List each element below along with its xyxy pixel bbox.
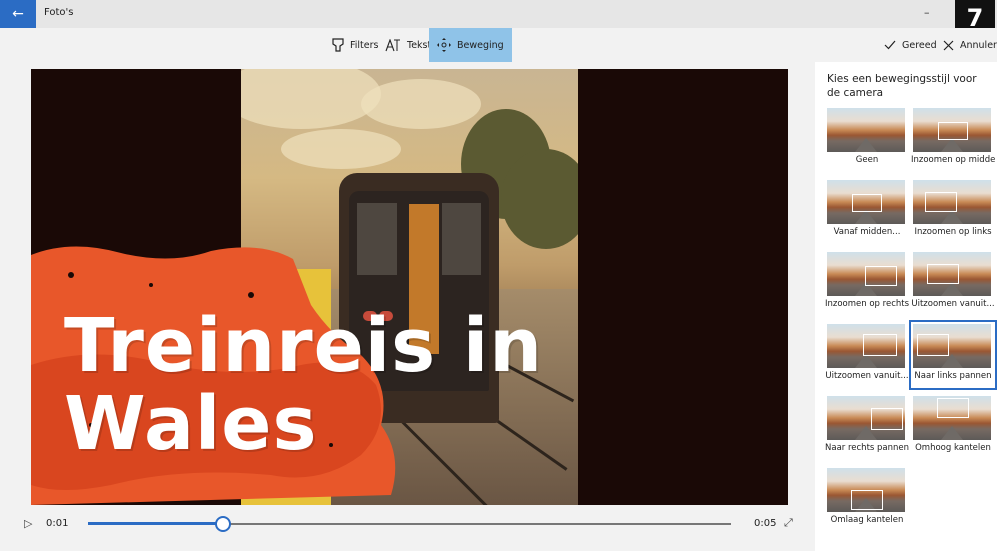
style-label: Uitzoomen vanuit... xyxy=(911,299,995,309)
app-title: Foto's xyxy=(44,7,74,18)
minimize-button[interactable]: – xyxy=(924,6,930,19)
play-button[interactable]: ▷ xyxy=(24,517,32,530)
style-from-center[interactable]: Vanaf midden... xyxy=(825,178,909,244)
style-label: Inzoomen op rechts xyxy=(825,299,909,309)
style-label: Naar rechts pannen xyxy=(825,443,909,453)
style-pan-left[interactable]: Naar links pannen xyxy=(909,320,997,390)
style-tilt-up[interactable]: Omhoog kantelen xyxy=(911,394,995,460)
scrub-handle[interactable] xyxy=(215,516,231,532)
style-zoom-in-right[interactable]: Inzoomen op rechts xyxy=(825,250,909,316)
style-zoom-in-left[interactable]: Inzoomen op links xyxy=(911,178,995,244)
style-label: Uitzoomen vanuit... xyxy=(825,371,909,381)
style-thumbnail xyxy=(913,396,991,440)
style-thumbnail xyxy=(913,180,991,224)
done-label: Gereed xyxy=(902,39,937,51)
motion-style-panel: Kies een bewegingsstijl voor de camera G… xyxy=(815,62,997,551)
back-arrow-icon: ← xyxy=(12,6,24,22)
style-thumbnail xyxy=(827,180,905,224)
style-tilt-down[interactable]: Omlaag kantelen xyxy=(825,466,909,532)
motion-icon xyxy=(437,38,451,52)
cancel-button[interactable]: Annuleren xyxy=(943,28,997,62)
style-thumbnail xyxy=(827,396,905,440)
style-thumbnail xyxy=(827,324,905,368)
expand-button[interactable]: ⤢ xyxy=(784,516,793,530)
text-icon xyxy=(385,38,400,51)
expand-icon: ⤢ xyxy=(784,516,793,529)
style-thumbnail xyxy=(913,252,991,296)
style-label: Inzoomen op links xyxy=(914,227,992,237)
style-thumbnail xyxy=(913,108,991,152)
done-button[interactable]: Gereed xyxy=(884,28,937,62)
duration: 0:05 xyxy=(754,518,777,529)
close-icon xyxy=(943,40,954,50)
text-label: Tekst xyxy=(407,39,432,51)
style-zoom-in-center[interactable]: Inzoomen op midden xyxy=(911,106,995,172)
title-bar: ← Foto's – xyxy=(0,0,997,28)
filters-label: Filters xyxy=(350,39,379,51)
back-button[interactable]: ← xyxy=(0,0,36,28)
style-label: Omlaag kantelen xyxy=(830,515,904,525)
filters-icon xyxy=(332,38,344,52)
cancel-label: Annuleren xyxy=(960,39,997,51)
current-time: 0:01 xyxy=(46,518,69,529)
style-zoom-out-from-2[interactable]: Uitzoomen vanuit... xyxy=(825,322,909,388)
motion-label: Beweging xyxy=(457,39,504,51)
style-thumbnail xyxy=(827,252,905,296)
style-label: Geen xyxy=(855,155,879,165)
editor-toolbar: Filters Tekst Beweging Gereed Annuleren xyxy=(0,28,997,62)
playback-timeline: ▷ 0:01 0:05 ⤢ xyxy=(0,510,808,538)
video-title-line-1: Treinreis in xyxy=(64,303,543,389)
motion-button[interactable]: Beweging xyxy=(429,28,512,62)
video-title-overlay: Treinreis in Wales xyxy=(64,307,543,463)
style-label: Omhoog kantelen xyxy=(915,443,991,453)
style-label: Naar links pannen xyxy=(914,371,992,381)
style-thumbnail xyxy=(827,108,905,152)
video-preview: Treinreis in Wales xyxy=(31,69,788,505)
style-label: Vanaf midden... xyxy=(833,227,901,237)
style-pan-right[interactable]: Naar rechts pannen xyxy=(825,394,909,460)
filters-button[interactable]: Filters xyxy=(332,28,378,62)
style-thumbnail xyxy=(827,468,905,512)
style-zoom-out-from-1[interactable]: Uitzoomen vanuit... xyxy=(911,250,995,316)
style-thumbnail xyxy=(913,324,991,368)
checkmark-icon xyxy=(884,40,896,50)
video-title-line-2: Wales xyxy=(64,381,318,467)
scrub-progress xyxy=(88,522,223,525)
play-icon: ▷ xyxy=(24,517,33,530)
text-button[interactable]: Tekst xyxy=(385,28,431,62)
panel-heading: Kies een bewegingsstijl voor de camera xyxy=(827,73,977,99)
style-label: Inzoomen op midden xyxy=(911,155,995,165)
style-none[interactable]: Geen xyxy=(825,106,909,172)
